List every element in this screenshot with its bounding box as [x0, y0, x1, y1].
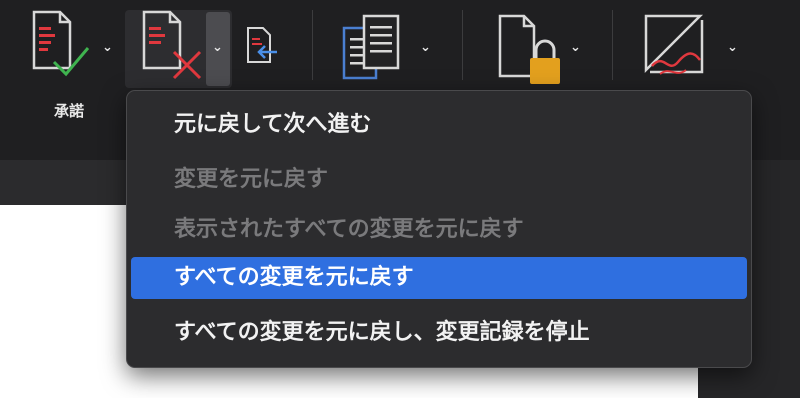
- protect-dropdown-chevron-icon[interactable]: ⌄: [570, 41, 581, 54]
- ribbon-divider: [612, 10, 613, 80]
- reject-dropdown-menu: 元に戻して次へ進む 変更を元に戻す 表示されたすべての変更を元に戻す すべての変…: [126, 90, 752, 368]
- menu-item-reject-all-shown: 表示されたすべての変更を元に戻す: [174, 217, 524, 242]
- accept-dropdown-chevron-icon[interactable]: ⌄: [102, 41, 113, 54]
- menu-item-reject-all[interactable]: すべての変更を元に戻す: [131, 257, 747, 299]
- ribbon-divider: [462, 10, 463, 80]
- accept-button[interactable]: [30, 10, 100, 80]
- ink-icon: [644, 14, 704, 75]
- reject-button[interactable]: [140, 10, 206, 80]
- ink-button[interactable]: [642, 12, 712, 82]
- protect-icon: [498, 14, 560, 84]
- next-change-button[interactable]: [245, 26, 281, 66]
- reject-dropdown-chevron-icon[interactable]: ⌄: [212, 41, 223, 54]
- reject-icon: [142, 10, 202, 80]
- protect-button[interactable]: [496, 12, 566, 88]
- menu-item-reject-all-and-stop-tracking[interactable]: すべての変更を元に戻し、変更記録を停止: [131, 312, 747, 354]
- ribbon-divider: [312, 10, 313, 80]
- word-window: ⌄ 承諾 ⌄ ⌄ ⌄ ⌄ 元に戻して次へ進む 変更を元に戻す 表示されたすべての…: [0, 0, 800, 398]
- ink-dropdown-chevron-icon[interactable]: ⌄: [727, 41, 738, 54]
- compare-dropdown-chevron-icon[interactable]: ⌄: [420, 41, 431, 54]
- next-change-icon: [247, 27, 277, 63]
- menu-item-reject-change: 変更を元に戻す: [174, 167, 329, 192]
- menu-item-reject-and-move-next[interactable]: 元に戻して次へ進む: [131, 104, 747, 146]
- accept-label: 承諾: [53, 102, 84, 120]
- compare-button[interactable]: [340, 14, 410, 84]
- accept-icon: [32, 10, 90, 77]
- compare-icon: [342, 14, 400, 80]
